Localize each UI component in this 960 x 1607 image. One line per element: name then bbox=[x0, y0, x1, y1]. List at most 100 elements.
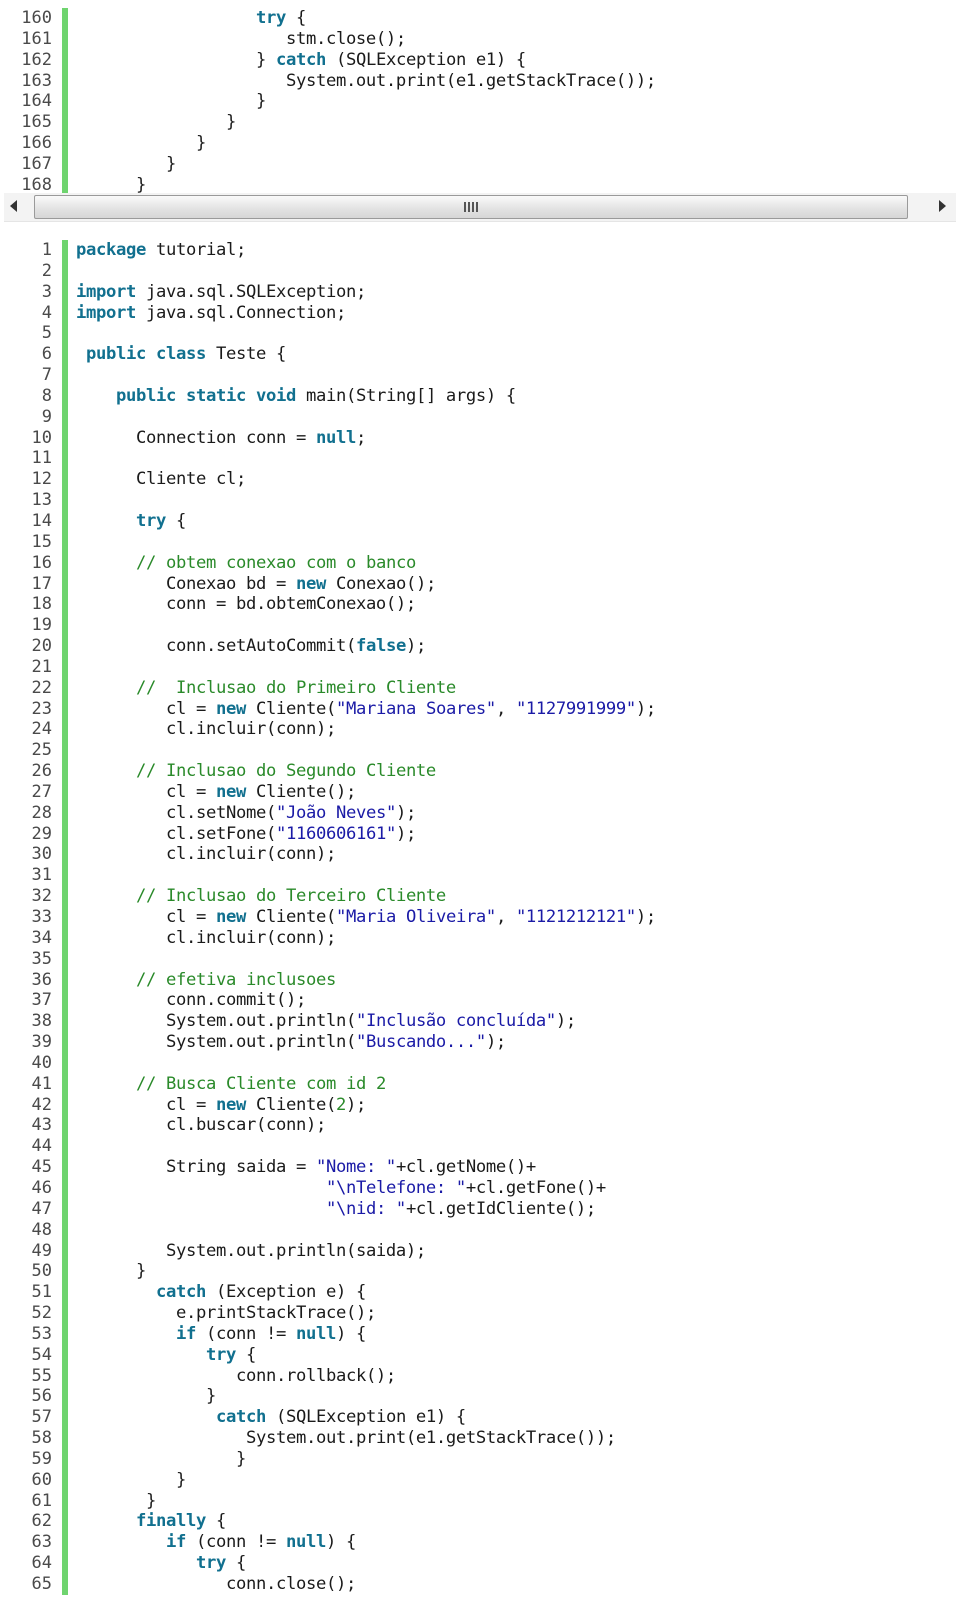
number-token: 2 bbox=[335, 1094, 346, 1115]
code-token: cl.setNome( bbox=[165, 802, 276, 823]
code-token: Cliente( bbox=[245, 907, 336, 927]
code-line: 6 public class Teste { bbox=[0, 344, 960, 366]
code-text: conn = bd.obtemConexao(); bbox=[76, 594, 416, 615]
code-line: 23 cl = new Cliente("Mariana Soares", "1… bbox=[0, 698, 960, 720]
code-token: ) { bbox=[325, 1532, 356, 1553]
line-number: 39 bbox=[31, 1032, 52, 1053]
gutter-marker bbox=[62, 1448, 68, 1470]
code-line: 59 } bbox=[0, 1448, 960, 1470]
code-token: System.out.print(e1.getStackTrace()); bbox=[285, 70, 656, 91]
code-line: 32 // Inclusao do Terceiro Cliente bbox=[0, 886, 960, 907]
line-number: 29 bbox=[31, 823, 52, 844]
code-text: cl.incluir(conn); bbox=[76, 928, 336, 949]
code-token: Conexao(); bbox=[325, 573, 436, 594]
code-text: System.out.print(e1.getStackTrace()); bbox=[76, 71, 656, 92]
code-token: ); bbox=[395, 802, 416, 823]
line-number: 48 bbox=[31, 1219, 52, 1240]
code-text: cl.buscar(conn); bbox=[76, 1115, 326, 1136]
gutter-marker bbox=[62, 1469, 68, 1491]
code-token: cl.incluir(conn); bbox=[165, 844, 336, 865]
code-line: 50 } bbox=[0, 1261, 960, 1283]
line-number: 51 bbox=[31, 1282, 52, 1303]
grip-icon bbox=[464, 202, 478, 212]
string-token: "Inclusão concluída" bbox=[355, 1011, 556, 1032]
scrollbar-thumb[interactable] bbox=[34, 195, 908, 219]
code-text: } bbox=[76, 112, 236, 133]
code-token: } bbox=[235, 1448, 246, 1469]
string-token: "1127991999" bbox=[515, 698, 636, 719]
line-number: 20 bbox=[31, 636, 52, 657]
code-token: cl.incluir(conn); bbox=[165, 719, 336, 740]
code-line: 44 bbox=[0, 1136, 960, 1158]
code-token: } bbox=[145, 1490, 156, 1511]
code-token: , bbox=[495, 907, 516, 927]
code-token: (Exception e) { bbox=[205, 1282, 366, 1303]
keyword-token: try bbox=[136, 510, 166, 531]
line-number: 59 bbox=[31, 1448, 52, 1469]
code-token: java.sql.SQLException; bbox=[136, 281, 366, 302]
arrow-left-icon[interactable] bbox=[10, 200, 17, 212]
code-line: 10 Connection conn = null; bbox=[0, 427, 960, 449]
arrow-right-icon[interactable] bbox=[939, 200, 946, 212]
line-number: 57 bbox=[31, 1407, 52, 1428]
code-token: conn.rollback(); bbox=[235, 1365, 396, 1386]
horizontal-scrollbar[interactable] bbox=[4, 193, 956, 222]
code-line: 166 } bbox=[0, 133, 960, 154]
line-number: 32 bbox=[31, 886, 52, 907]
code-line: 25 bbox=[0, 740, 960, 762]
keyword-token: new bbox=[215, 781, 246, 802]
line-number: 35 bbox=[31, 948, 52, 969]
line-number: 50 bbox=[31, 1261, 52, 1282]
line-number: 163 bbox=[21, 70, 52, 91]
code-line: 164 } bbox=[0, 91, 960, 113]
code-line: 46 "\nTelefone: "+cl.getFone()+ bbox=[0, 1177, 960, 1199]
code-token: +cl.getNome()+ bbox=[395, 1157, 536, 1178]
code-block-top: 160 try {161 stm.close(); 162 } catch (SQ… bbox=[0, 8, 960, 196]
gutter-marker bbox=[62, 1261, 68, 1283]
code-line: 65 conn.close(); bbox=[0, 1574, 960, 1595]
code-text: cl = new Cliente(2); bbox=[76, 1095, 366, 1116]
gutter-marker bbox=[62, 1511, 68, 1533]
code-line: 20 conn.setAutoCommit(false); bbox=[0, 636, 960, 657]
code-text: Cliente cl; bbox=[76, 469, 246, 490]
code-line: 27 cl = new Cliente(); bbox=[0, 781, 960, 803]
gutter-marker bbox=[62, 1136, 68, 1158]
code-token: ); bbox=[635, 698, 656, 719]
comment-token: // Inclusao do Terceiro Cliente bbox=[136, 886, 446, 907]
line-number: 165 bbox=[21, 112, 52, 133]
code-text: // Busca Cliente com id 2 bbox=[76, 1074, 386, 1095]
code-line: 30 cl.incluir(conn); bbox=[0, 844, 960, 866]
code-line: 52 e.printStackTrace(); bbox=[0, 1303, 960, 1324]
code-text: cl.incluir(conn); bbox=[76, 719, 336, 740]
code-token: conn.commit(); bbox=[165, 990, 306, 1011]
line-number: 164 bbox=[21, 91, 52, 112]
code-token: +cl.getFone()+ bbox=[465, 1177, 606, 1198]
code-line: 21 bbox=[0, 656, 960, 678]
code-line: 160 try { bbox=[0, 8, 960, 29]
line-number: 37 bbox=[31, 990, 52, 1011]
code-token: ); bbox=[555, 1011, 576, 1032]
code-token: Cliente(); bbox=[245, 781, 356, 802]
gutter-marker bbox=[62, 802, 68, 824]
keyword-token: new bbox=[215, 907, 246, 927]
code-line: 49 System.out.println(saida); bbox=[0, 1240, 960, 1262]
code-token: ) { bbox=[335, 1323, 366, 1344]
gutter-marker bbox=[62, 302, 68, 324]
code-token: Cliente( bbox=[245, 698, 336, 719]
code-line: 4 import java.sql.Connection; bbox=[0, 302, 960, 324]
line-number: 6 bbox=[41, 344, 52, 365]
code-text: } bbox=[76, 154, 176, 175]
keyword-token: catch bbox=[215, 1407, 266, 1428]
code-token: ); bbox=[635, 907, 656, 927]
code-token: System.out.println( bbox=[165, 1032, 356, 1053]
line-number: 46 bbox=[31, 1177, 52, 1198]
